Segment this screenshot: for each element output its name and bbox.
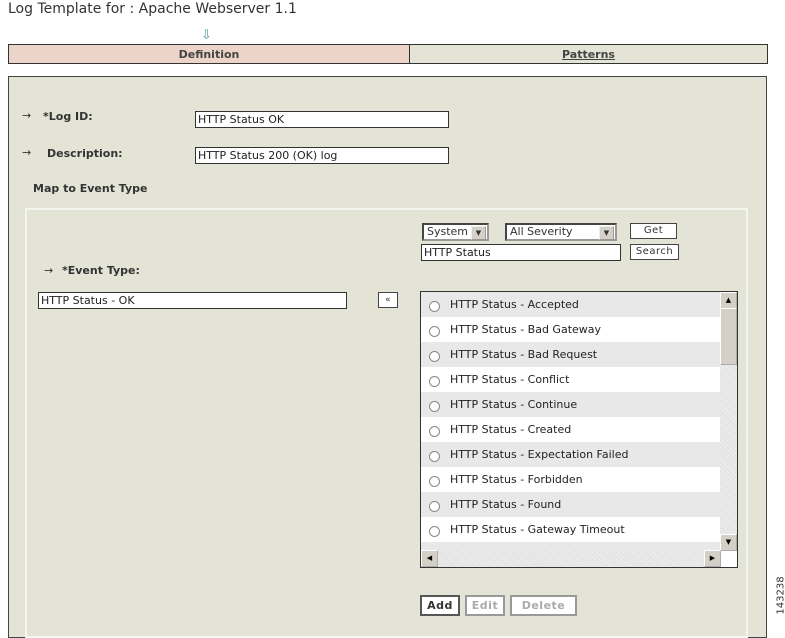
event-type-option[interactable]: HTTP Status - Bad Gateway <box>421 317 721 342</box>
tab-definition[interactable]: Definition <box>9 45 410 63</box>
add-button[interactable]: Add <box>420 595 460 616</box>
map-event-type-heading: Map to Event Type <box>33 182 148 195</box>
tab-patterns[interactable]: Patterns <box>410 45 767 63</box>
event-type-input[interactable]: HTTP Status - OK <box>38 292 347 309</box>
page-title: Log Template for : Apache Webserver 1.1 <box>8 1 297 17</box>
log-id-label: *Log ID: <box>43 110 93 123</box>
radio-button[interactable] <box>429 426 440 437</box>
event-type-option[interactable]: HTTP Status - Bad Request <box>421 342 721 367</box>
event-type-option[interactable]: HTTP Status - Expectation Failed <box>421 442 721 467</box>
scroll-up-icon[interactable]: ▲ <box>720 292 737 309</box>
event-type-option-label: HTTP Status - Gateway Timeout <box>450 523 625 536</box>
log-id-input[interactable]: HTTP Status OK <box>195 111 449 128</box>
scroll-thumb[interactable] <box>720 308 737 365</box>
radio-button[interactable] <box>429 326 440 337</box>
event-type-label: *Event Type: <box>62 264 140 277</box>
category-value: System <box>427 225 469 238</box>
event-type-option[interactable]: HTTP Status - Created <box>421 417 721 442</box>
event-type-option[interactable]: HTTP Status - Found <box>421 492 721 517</box>
move-left-button[interactable]: « <box>378 292 398 308</box>
severity-select[interactable]: All Severity ▼ <box>505 223 617 241</box>
event-type-list[interactable]: HTTP Status - GoneHTTP Status - Gateway … <box>420 291 738 568</box>
chevron-down-icon: ▼ <box>599 226 614 240</box>
event-type-option-label: HTTP Status - Bad Request <box>450 348 598 361</box>
active-tab-arrow-icon: ⇩ <box>201 28 212 43</box>
severity-value: All Severity <box>510 225 573 238</box>
event-type-option[interactable]: HTTP Status - Conflict <box>421 367 721 392</box>
horizontal-scrollbar[interactable]: ◀ ▶ <box>421 550 721 567</box>
radio-button[interactable] <box>429 351 440 362</box>
scroll-down-icon[interactable]: ▼ <box>720 534 737 551</box>
vertical-scrollbar[interactable]: ▲ ▼ <box>720 292 737 551</box>
event-type-option-label: HTTP Status - Found <box>450 498 562 511</box>
figure-number: 143238 <box>775 576 785 615</box>
radio-button[interactable] <box>429 301 440 312</box>
description-input[interactable]: HTTP Status 200 (OK) log <box>195 147 449 164</box>
event-type-option-label: HTTP Status - Created <box>450 423 572 436</box>
radio-button[interactable] <box>429 476 440 487</box>
radio-button[interactable] <box>429 401 440 412</box>
get-button[interactable]: Get <box>630 223 677 239</box>
radio-button[interactable] <box>429 501 440 512</box>
event-type-option-label: HTTP Status - Accepted <box>450 298 579 311</box>
description-label: Description: <box>47 147 123 160</box>
arrow-icon: → <box>22 146 32 159</box>
search-button[interactable]: Search <box>630 244 679 260</box>
event-type-option-label: HTTP Status - Bad Gateway <box>450 323 602 336</box>
radio-button[interactable] <box>429 376 440 387</box>
event-type-option[interactable]: HTTP Status - Accepted <box>421 292 721 317</box>
chevron-down-icon: ▼ <box>471 226 486 240</box>
delete-button[interactable]: Delete <box>510 595 577 616</box>
event-type-option-label: HTTP Status - Expectation Failed <box>450 448 629 461</box>
event-type-option-label: HTTP Status - Forbidden <box>450 473 583 486</box>
event-type-option-label: HTTP Status - Continue <box>450 398 578 411</box>
arrow-icon: → <box>44 264 54 277</box>
event-type-option[interactable]: HTTP Status - Forbidden <box>421 467 721 492</box>
arrow-icon: → <box>22 109 32 122</box>
double-chevron-left-icon: « <box>384 295 391 305</box>
tab-bar: Definition Patterns <box>8 44 768 64</box>
radio-button[interactable] <box>429 451 440 462</box>
category-select[interactable]: System ▼ <box>422 223 489 241</box>
scroll-right-icon[interactable]: ▶ <box>704 550 721 567</box>
search-input[interactable]: HTTP Status <box>421 244 621 261</box>
event-type-option-label: HTTP Status - Conflict <box>450 373 570 386</box>
edit-button[interactable]: Edit <box>465 595 505 616</box>
scroll-left-icon[interactable]: ◀ <box>421 550 438 567</box>
event-type-option[interactable]: HTTP Status - Continue <box>421 392 721 417</box>
radio-button[interactable] <box>429 526 440 537</box>
event-type-option[interactable]: HTTP Status - Gateway Timeout <box>421 517 721 542</box>
